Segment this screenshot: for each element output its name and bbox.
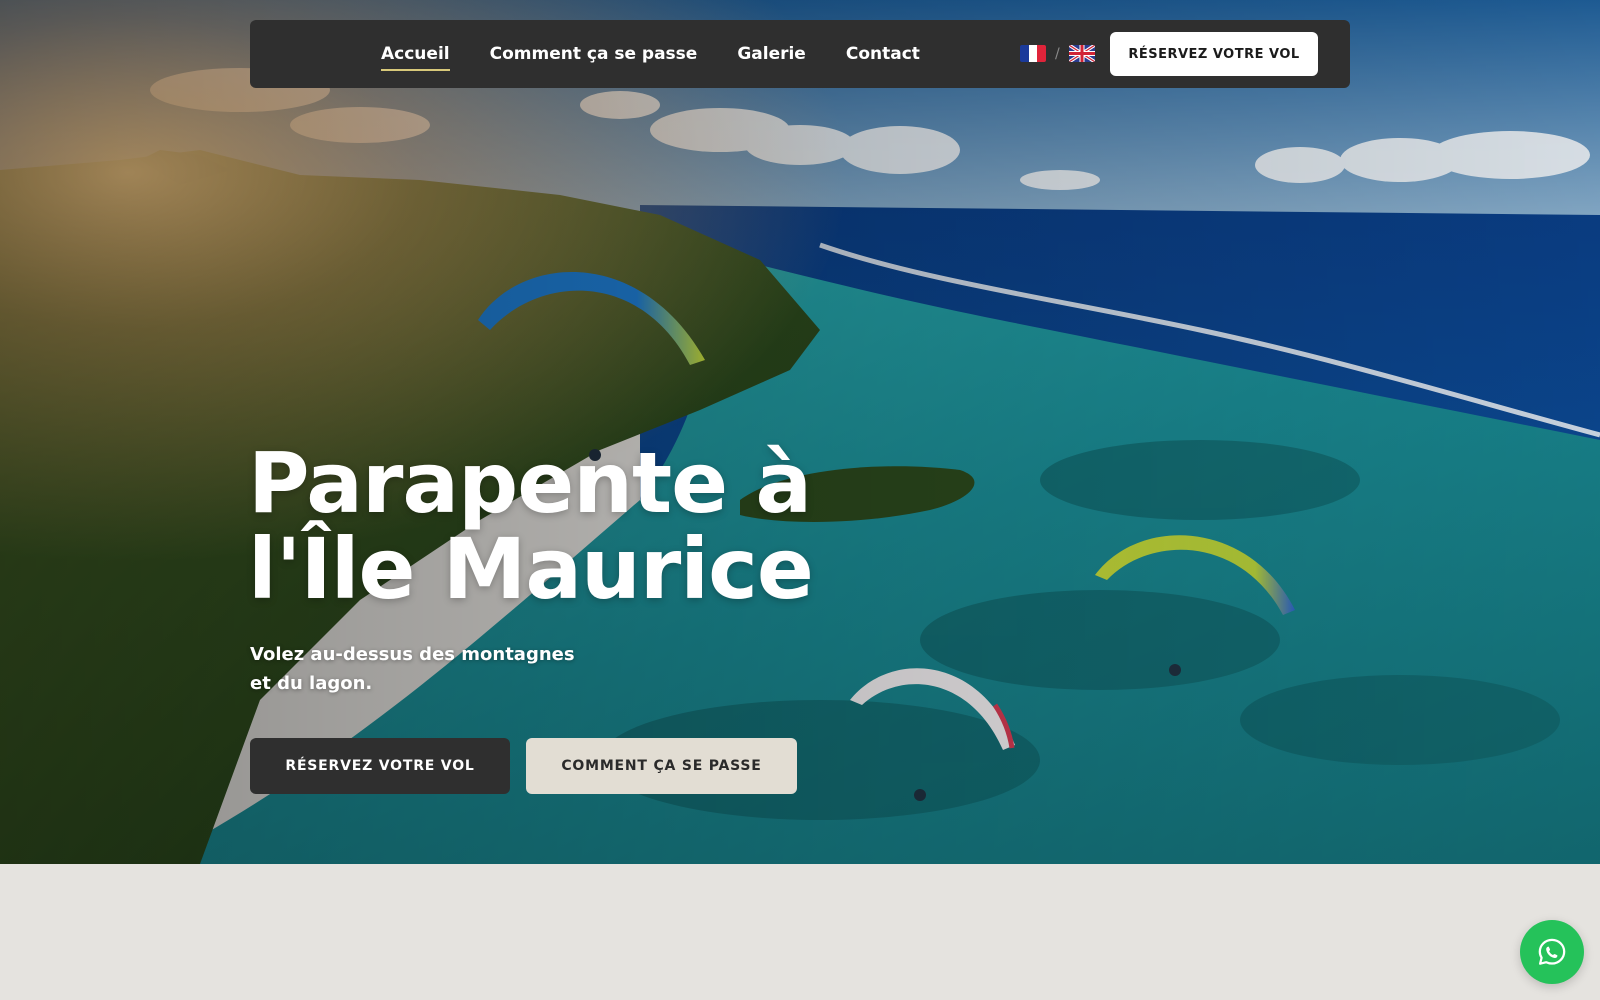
nav-links: Accueil Comment ça se passe Galerie Cont… (381, 20, 920, 88)
nav-link-galerie[interactable]: Galerie (737, 44, 806, 64)
nav-link-contact[interactable]: Contact (846, 44, 920, 64)
hero-how-it-works-button[interactable]: COMMENT ÇA SE PASSE (526, 738, 797, 794)
hero-overlay (0, 0, 1600, 864)
france-flag-icon[interactable] (1020, 45, 1046, 62)
hero-subtitle-line-2: et du lagon. (250, 673, 373, 694)
nav-link-accueil[interactable]: Accueil (381, 44, 450, 71)
top-navbar: Accueil Comment ça se passe Galerie Cont… (250, 20, 1350, 88)
hero-title: Parapente à l'Île Maurice (248, 440, 948, 612)
language-switcher: / (1020, 45, 1095, 62)
nav-book-flight-button[interactable]: RÉSERVEZ VOTRE VOL (1110, 32, 1318, 76)
hero-title-line-2: l'Île Maurice (248, 520, 814, 618)
hero-book-flight-button[interactable]: RÉSERVEZ VOTRE VOL (250, 738, 510, 794)
hero-subtitle: Volez au-dessus des montagnes et du lago… (250, 640, 590, 698)
uk-flag-icon[interactable] (1068, 45, 1095, 62)
hero-section: Accueil Comment ça se passe Galerie Cont… (0, 0, 1600, 864)
hero-title-line-1: Parapente à (248, 434, 812, 532)
language-separator: / (1055, 45, 1060, 62)
whatsapp-icon (1538, 938, 1566, 965)
hero-subtitle-line-1: Volez au-dessus des montagnes (250, 644, 575, 665)
nav-link-comment-ca-se-passe[interactable]: Comment ça se passe (490, 44, 698, 64)
whatsapp-button[interactable] (1520, 920, 1584, 984)
